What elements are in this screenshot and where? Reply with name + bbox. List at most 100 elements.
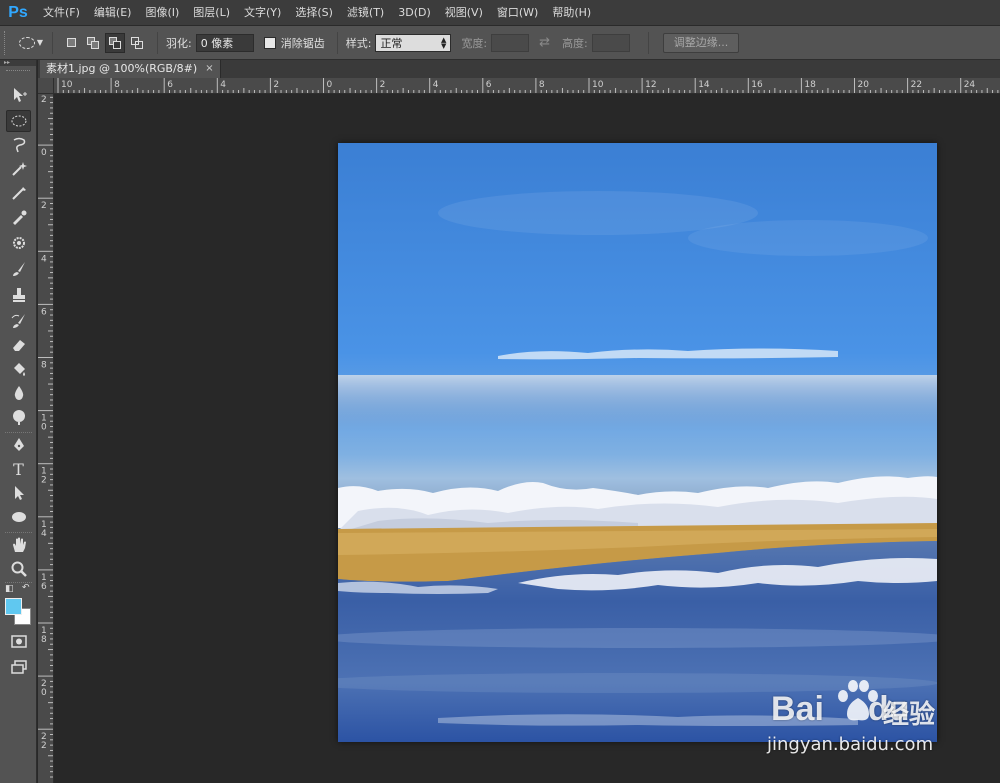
panel-grip[interactable]: [6, 70, 30, 78]
ruler-label: 20: [858, 80, 870, 90]
ruler-label: 0: [41, 423, 47, 433]
ruler-label: 12: [645, 80, 656, 90]
menu-image[interactable]: 图像(I): [138, 0, 186, 26]
menu-bar: Ps 文件(F) 编辑(E) 图像(I) 图层(L) 文字(Y) 选择(S) 滤…: [0, 0, 1000, 26]
menu-type[interactable]: 文字(Y): [237, 0, 288, 26]
foreground-color-swatch[interactable]: [5, 598, 22, 615]
ruler-label: 10: [592, 80, 604, 90]
swap-colors-icon[interactable]: ↶: [22, 583, 30, 593]
lasso-tool-icon[interactable]: [6, 134, 31, 156]
jingyan-text: 经验: [883, 700, 936, 730]
menu-layer[interactable]: 图层(L): [186, 0, 237, 26]
crop-tool-icon[interactable]: [6, 182, 31, 204]
ruler-label: 2: [41, 741, 47, 751]
menu-help[interactable]: 帮助(H): [545, 0, 598, 26]
spot-healing-tool-icon[interactable]: [6, 232, 31, 254]
photoshop-logo: Ps: [8, 3, 28, 21]
ruler-label: 8: [41, 361, 47, 371]
landscape-photo: [338, 143, 937, 742]
ruler-label: 6: [167, 80, 173, 90]
document-tab[interactable]: 素材1.jpg @ 100%(RGB/8#) ×: [40, 60, 221, 78]
pen-tool-icon[interactable]: [6, 434, 31, 456]
default-colors-icon[interactable]: ◧: [5, 584, 14, 594]
ruler-label: 6: [41, 582, 47, 592]
close-icon[interactable]: ×: [205, 60, 213, 78]
ruler-label: 24: [964, 80, 976, 90]
quick-mask-icon[interactable]: [6, 630, 31, 652]
jingyan-url: jingyan.baidu.com: [767, 734, 934, 755]
ruler-label: 4: [220, 80, 226, 90]
divider: [647, 31, 649, 54]
swap-dimensions-icon[interactable]: ⇄: [539, 35, 550, 50]
feather-input[interactable]: 0 像素: [195, 33, 254, 52]
style-select-value: 正常: [380, 36, 403, 50]
path-selection-tool-icon[interactable]: [6, 482, 31, 504]
new-selection-button[interactable]: [61, 33, 81, 53]
intersect-selection-button[interactable]: [127, 33, 147, 53]
panel-collapse-icon[interactable]: ▸▸: [0, 60, 36, 66]
style-label: 样式:: [345, 36, 372, 50]
ruler-label: 2: [273, 80, 279, 90]
document-image[interactable]: [338, 143, 937, 742]
options-bar-grip[interactable]: [4, 30, 10, 55]
divider: [52, 31, 53, 54]
divider: [5, 532, 32, 533]
ruler-label: 0: [41, 148, 47, 158]
ruler-label: 4: [41, 529, 47, 539]
vertical-ruler[interactable]: 20246810121416182022: [38, 94, 54, 783]
menu-3d[interactable]: 3D(D): [391, 0, 438, 26]
new-selection-icon: [66, 38, 76, 47]
type-tool-icon[interactable]: T: [6, 458, 31, 480]
blur-tool-icon[interactable]: [6, 382, 31, 404]
divider: [5, 432, 32, 433]
horizontal-ruler[interactable]: 10 8 6 4 2 0 2 4 6 8 10 12 14 16 18 20 22 24: [54, 78, 1000, 94]
move-tool-icon[interactable]: [6, 84, 31, 106]
menu-select[interactable]: 选择(S): [288, 0, 340, 26]
menu-view[interactable]: 视图(V): [438, 0, 490, 26]
dodge-tool-icon[interactable]: [6, 406, 31, 428]
ruler-label: 14: [698, 80, 710, 90]
ruler-label: 18: [804, 80, 816, 90]
ruler-origin[interactable]: [38, 78, 54, 94]
tools-panel: ▸▸ T ◧ ↶: [0, 60, 37, 783]
horizontal-ruler-ticks: 10 8 6 4 2 0 2 4 6 8 10 12 14 16 18 20 22 24: [57, 78, 999, 93]
history-brush-tool-icon[interactable]: [6, 310, 31, 332]
vertical-ruler-ticks: 20246810121416182022: [38, 95, 53, 778]
document-tab-bar: 素材1.jpg @ 100%(RGB/8#) ×: [38, 60, 1000, 78]
divider: [336, 31, 338, 54]
ellipse-shape-tool-icon[interactable]: [6, 506, 31, 528]
subtract-selection-icon: [109, 36, 121, 49]
height-label: 高度:: [562, 36, 588, 50]
height-input[interactable]: [591, 33, 630, 52]
menu-file[interactable]: 文件(F): [36, 0, 87, 26]
elliptical-marquee-tool-icon[interactable]: [6, 110, 31, 132]
width-input[interactable]: [491, 33, 530, 52]
magic-wand-tool-icon[interactable]: [6, 158, 31, 180]
hand-tool-icon[interactable]: [6, 534, 31, 556]
width-label: 宽度:: [461, 36, 488, 50]
paint-bucket-tool-icon[interactable]: [6, 358, 31, 380]
brush-tool-icon[interactable]: [6, 258, 31, 280]
ruler-label: 2: [41, 476, 47, 486]
style-select[interactable]: 正常 ▲ ▼: [375, 33, 452, 52]
options-bar: ▼ 羽化: 0 像素 消除锯齿 样式: 正常 ▲ ▼ 宽度: ⇄ 高度: 调整边缘…: [0, 26, 1000, 60]
eraser-tool-icon[interactable]: [6, 334, 31, 356]
zoom-tool-icon[interactable]: [6, 558, 31, 580]
ruler-label: 2: [41, 201, 47, 211]
menu-filter[interactable]: 滤镜(T): [340, 0, 391, 26]
screen-mode-icon[interactable]: [6, 656, 31, 678]
menu-window[interactable]: 窗口(W): [490, 0, 545, 26]
tool-preset-picker[interactable]: ▼: [18, 32, 44, 54]
refine-edge-button[interactable]: 调整边缘...: [662, 32, 740, 53]
ruler-label: 6: [41, 307, 47, 317]
antialias-checkbox[interactable]: [263, 36, 276, 49]
clone-stamp-tool-icon[interactable]: [6, 284, 31, 306]
chevron-down-icon: ▼: [36, 38, 44, 47]
ruler-label: 0: [41, 688, 47, 698]
subtract-selection-button[interactable]: [105, 32, 125, 53]
menu-edit[interactable]: 编辑(E): [87, 0, 139, 26]
add-to-selection-button[interactable]: [83, 33, 103, 53]
ruler-label: 6: [486, 80, 492, 90]
eyedropper-tool-icon[interactable]: [6, 206, 31, 228]
ruler-label: 22: [911, 80, 922, 90]
